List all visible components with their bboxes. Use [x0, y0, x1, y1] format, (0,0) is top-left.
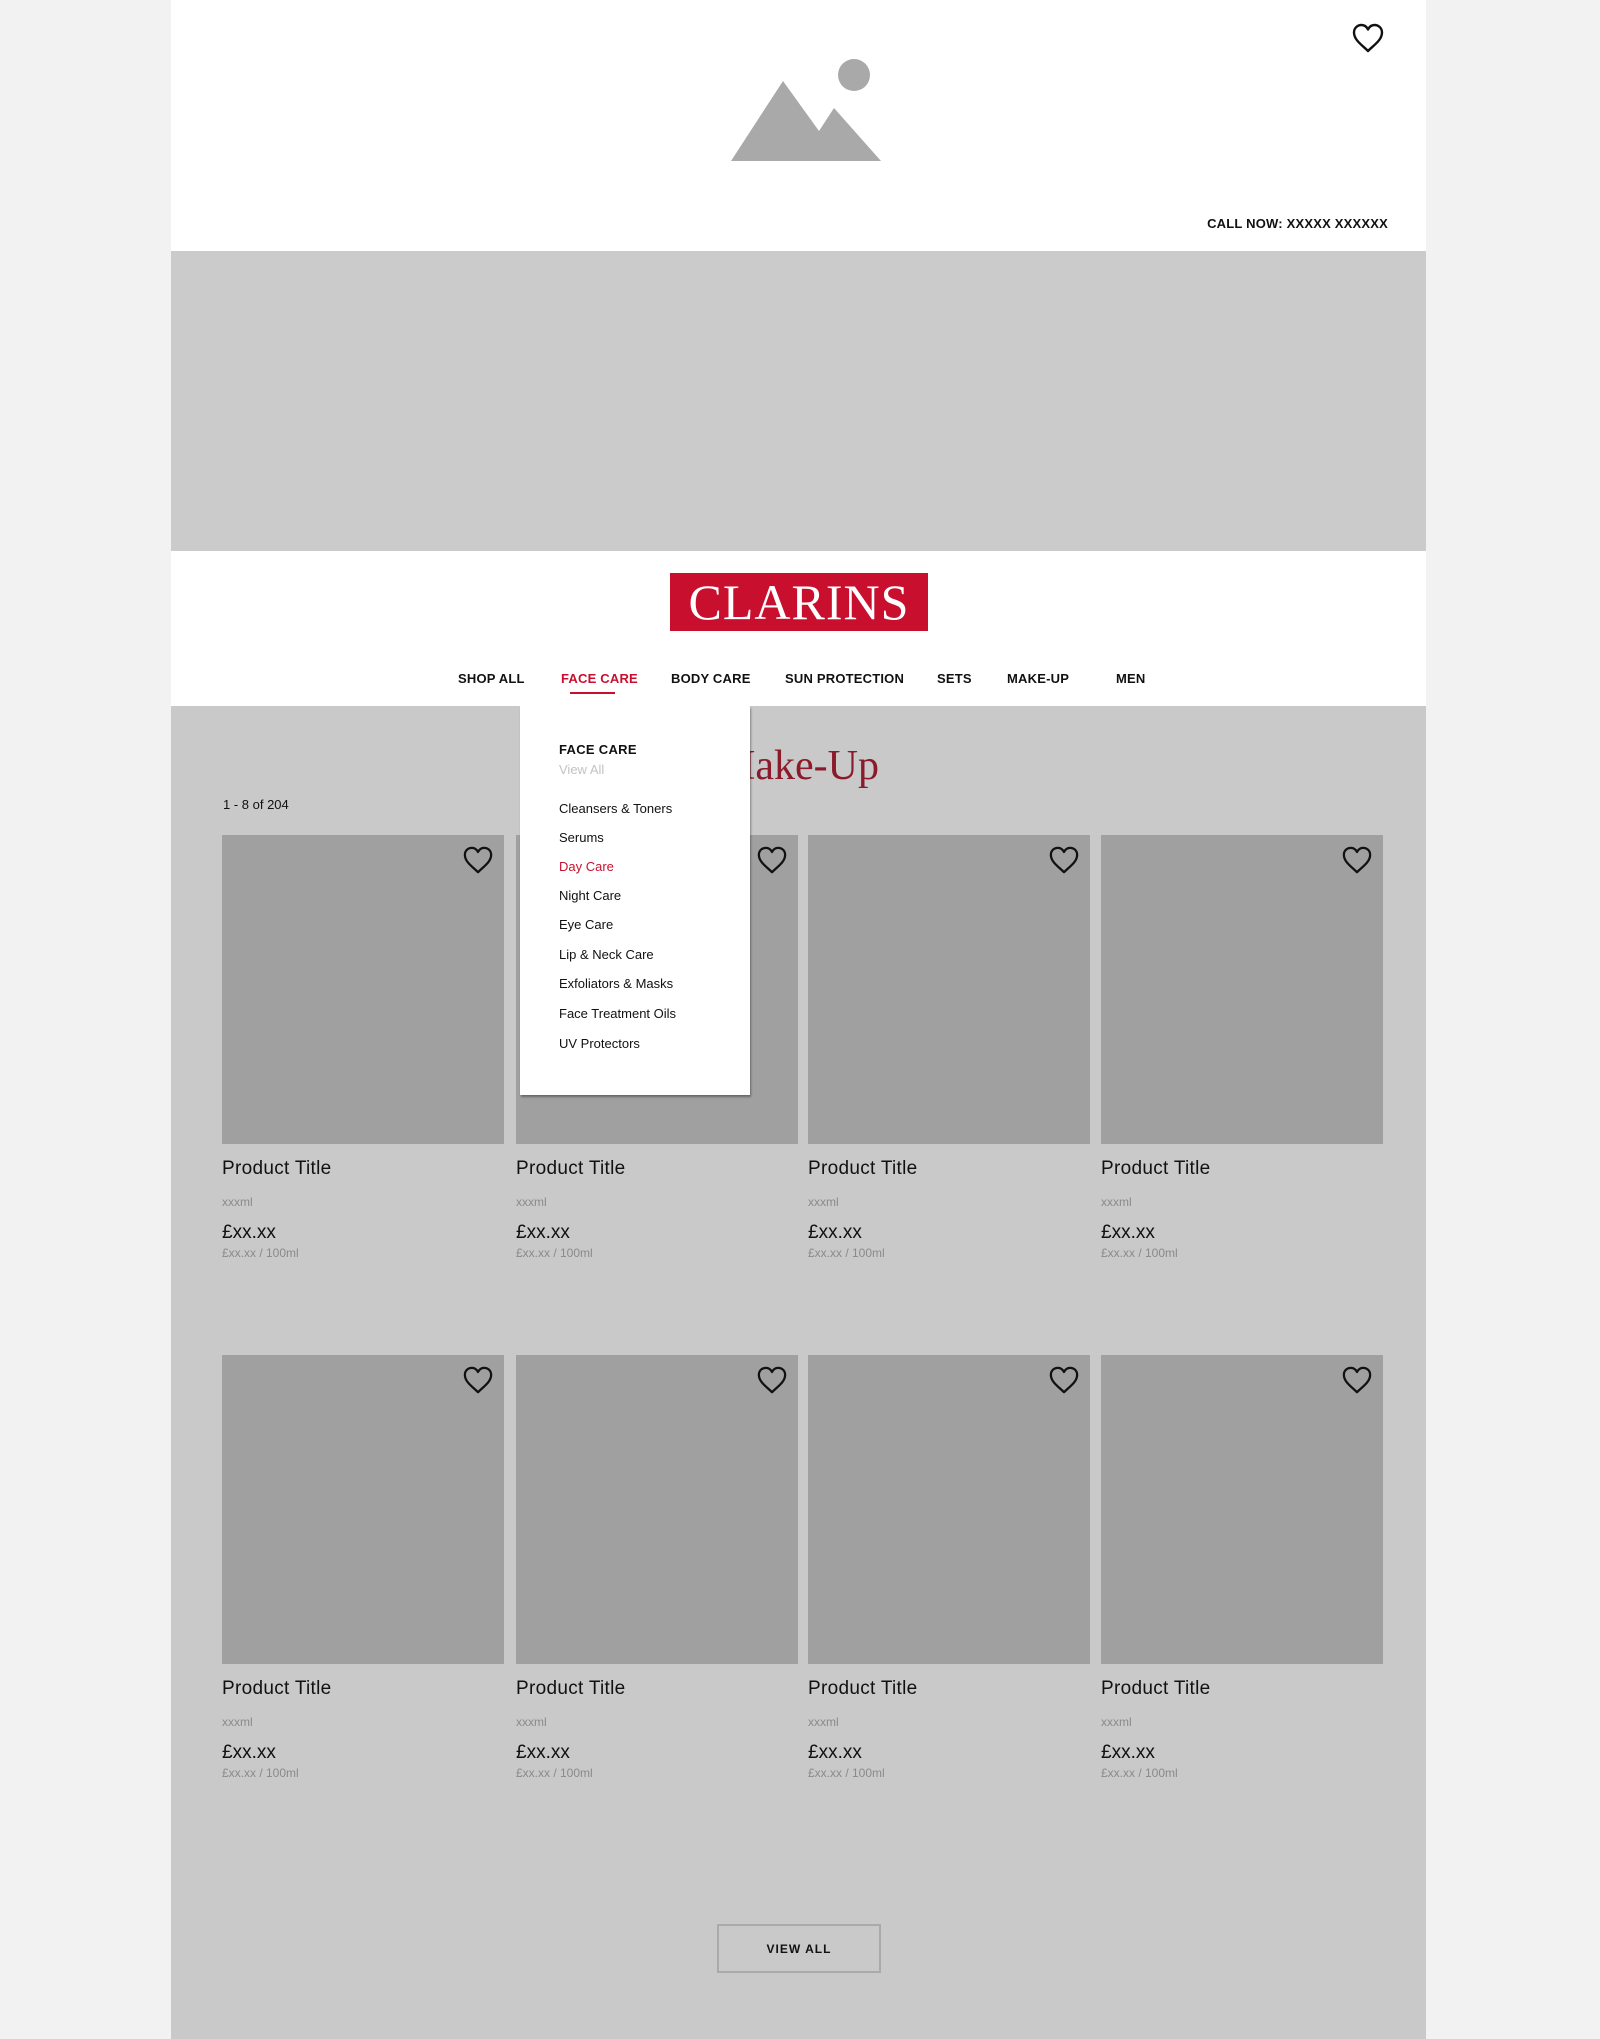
nav-item-shop-all[interactable]: SHOP ALL [458, 671, 525, 686]
nav-item-body-care[interactable]: BODY CARE [671, 671, 751, 686]
heart-outline-icon[interactable] [1351, 22, 1385, 54]
product-size: xxxml [516, 1715, 547, 1729]
product-title[interactable]: Product Title [808, 1678, 918, 1700]
heart-outline-icon[interactable] [756, 1365, 788, 1395]
face-care-dropdown: FACE CARE View All Cleansers & Toners Se… [520, 706, 750, 1095]
dropdown-item-eye-care[interactable]: Eye Care [559, 917, 613, 932]
page-heading: Make-Up [718, 743, 879, 789]
dropdown-item-face-treatment-oils[interactable]: Face Treatment Oils [559, 1006, 676, 1021]
product-unit-price: £xx.xx / 100ml [808, 1766, 885, 1780]
dropdown-item-uv-protectors[interactable]: UV Protectors [559, 1036, 640, 1051]
header: CALL NOW: XXXXX XXXXXX [171, 0, 1426, 251]
dropdown-item-exfoliators-masks[interactable]: Exfoliators & Masks [559, 976, 673, 991]
heart-outline-icon[interactable] [1048, 1365, 1080, 1395]
heart-outline-icon[interactable] [1341, 845, 1373, 875]
product-unit-price: £xx.xx / 100ml [1101, 1766, 1178, 1780]
product-price: £xx.xx [516, 1222, 570, 1243]
product-image[interactable] [222, 835, 504, 1144]
results-count: 1 - 8 of 204 [223, 797, 289, 812]
nav-item-make-up[interactable]: MAKE-UP [1007, 671, 1069, 686]
product-image[interactable] [222, 1355, 504, 1664]
product-title[interactable]: Product Title [516, 1678, 626, 1700]
product-unit-price: £xx.xx / 100ml [222, 1766, 299, 1780]
heart-outline-icon[interactable] [462, 1365, 494, 1395]
page: CALL NOW: XXXXX XXXXXX CLARINS SHOP ALL … [171, 0, 1426, 2039]
dropdown-view-all-link[interactable]: View All [559, 762, 604, 777]
product-image[interactable] [808, 835, 1090, 1144]
dropdown-title: FACE CARE [559, 742, 637, 757]
call-now-text: CALL NOW: XXXXX XXXXXX [1207, 216, 1388, 231]
nav-item-sun-protection[interactable]: SUN PROTECTION [785, 671, 904, 686]
product-title[interactable]: Product Title [516, 1158, 626, 1180]
product-title[interactable]: Product Title [1101, 1158, 1211, 1180]
heart-outline-icon[interactable] [1048, 845, 1080, 875]
nav-item-men[interactable]: MEN [1116, 671, 1146, 686]
product-price: £xx.xx [222, 1742, 276, 1763]
product-title[interactable]: Product Title [1101, 1678, 1211, 1700]
dropdown-item-night-care[interactable]: Night Care [559, 888, 621, 903]
product-price: £xx.xx [222, 1222, 276, 1243]
main-nav: SHOP ALL FACE CARE BODY CARE SUN PROTECT… [171, 671, 1426, 691]
dropdown-item-serums[interactable]: Serums [559, 830, 604, 845]
product-title[interactable]: Product Title [808, 1158, 918, 1180]
clarins-logo[interactable]: CLARINS [670, 573, 928, 631]
dropdown-item-day-care[interactable]: Day Care [559, 859, 614, 874]
product-size: xxxml [516, 1195, 547, 1209]
product-unit-price: £xx.xx / 100ml [516, 1246, 593, 1260]
product-unit-price: £xx.xx / 100ml [808, 1246, 885, 1260]
nav-item-face-care[interactable]: FACE CARE [561, 671, 638, 686]
product-image[interactable] [1101, 1355, 1383, 1664]
view-all-button[interactable]: VIEW ALL [717, 1924, 881, 1973]
product-size: xxxml [222, 1715, 253, 1729]
dropdown-item-cleansers-toners[interactable]: Cleansers & Toners [559, 801, 672, 816]
product-title[interactable]: Product Title [222, 1678, 332, 1700]
dropdown-item-lip-neck-care[interactable]: Lip & Neck Care [559, 947, 654, 962]
product-size: xxxml [808, 1195, 839, 1209]
product-unit-price: £xx.xx / 100ml [1101, 1246, 1178, 1260]
navigation-bar: CLARINS SHOP ALL FACE CARE BODY CARE SUN… [171, 551, 1426, 706]
product-price: £xx.xx [516, 1742, 570, 1763]
heart-outline-icon[interactable] [756, 845, 788, 875]
heart-outline-icon[interactable] [1341, 1365, 1373, 1395]
product-unit-price: £xx.xx / 100ml [222, 1246, 299, 1260]
hero-banner [171, 251, 1426, 551]
product-image[interactable] [1101, 835, 1383, 1144]
active-nav-underline [570, 692, 615, 694]
nav-item-sets[interactable]: SETS [937, 671, 972, 686]
product-unit-price: £xx.xx / 100ml [516, 1766, 593, 1780]
product-title[interactable]: Product Title [222, 1158, 332, 1180]
product-price: £xx.xx [1101, 1742, 1155, 1763]
product-size: xxxml [1101, 1715, 1132, 1729]
product-size: xxxml [222, 1195, 253, 1209]
product-image[interactable] [516, 1355, 798, 1664]
heart-outline-icon[interactable] [462, 845, 494, 875]
product-price: £xx.xx [808, 1742, 862, 1763]
product-size: xxxml [1101, 1195, 1132, 1209]
product-price: £xx.xx [808, 1222, 862, 1243]
product-image[interactable] [808, 1355, 1090, 1664]
image-placeholder-icon [731, 59, 881, 161]
product-size: xxxml [808, 1715, 839, 1729]
product-price: £xx.xx [1101, 1222, 1155, 1243]
